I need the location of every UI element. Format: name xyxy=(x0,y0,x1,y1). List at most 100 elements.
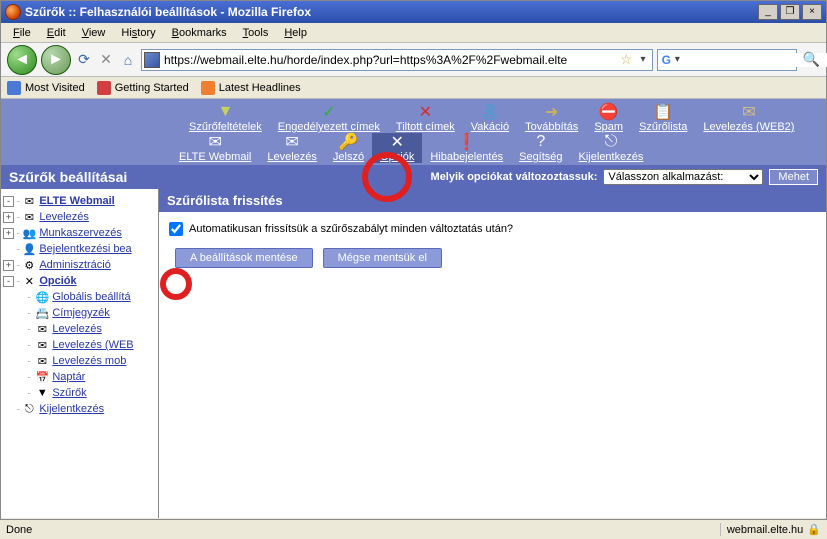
options-question: Melyik opciókat változoztassuk: xyxy=(431,171,598,183)
tree-expander[interactable]: + xyxy=(3,228,14,239)
menu-help[interactable]: Help xyxy=(276,25,315,41)
sidebar-item-levelez-s-mob[interactable]: ··✉Levelezés mob xyxy=(1,353,158,369)
sidebar-item-kijelentkez-s[interactable]: ··⎋Kijelentkezés xyxy=(1,401,158,417)
sidebar-item-adminisztr-ci-[interactable]: +··⚙Adminisztráció xyxy=(1,257,158,273)
filter-tab-sz-r-lista[interactable]: 📋Szűrőlista xyxy=(631,103,695,133)
toolbar-icon: ✉ xyxy=(282,133,302,151)
menu-file[interactable]: File xyxy=(5,25,39,41)
sidebar-item-c-mjegyz-k[interactable]: ··📇Címjegyzék xyxy=(1,305,158,321)
page-icon xyxy=(97,81,111,95)
sidebar-item-opci-k[interactable]: -··✕Opciók xyxy=(1,273,158,289)
tree-label: Naptár xyxy=(52,371,85,383)
menu-history[interactable]: History xyxy=(113,25,163,41)
nav-tab-jelsz-[interactable]: 🔑Jelszó xyxy=(325,133,372,163)
sidebar-item-glob-lis-be-ll-t-[interactable]: ··🌐Globális beállítá xyxy=(1,289,158,305)
url-dropdown-icon[interactable]: ▾ xyxy=(637,54,650,65)
status-domain: webmail.elte.hu xyxy=(727,524,803,536)
sidebar-tree: -··✉ELTE Webmail+··✉Levelezés+··👥Munkasz… xyxy=(1,189,159,518)
toolbar-label: Segítség xyxy=(519,151,562,163)
nav-tab-elte-webmail[interactable]: ✉ELTE Webmail xyxy=(171,133,259,163)
filter-tab-spam[interactable]: ⛔Spam xyxy=(586,103,631,133)
sidebar-item-levelez-s[interactable]: ··✉Levelezés xyxy=(1,321,158,337)
toolbar-icon: ✕ xyxy=(387,133,407,151)
browser-navbar: ◄ ► ⟳ ✕ ⌂ ☆ ▾ G ▾ 🔍 xyxy=(1,43,826,77)
app-select[interactable]: Válasszon alkalmazást: xyxy=(603,169,763,185)
filter-tab-tov-bb-t-s[interactable]: ➜Továbbítás xyxy=(517,103,586,133)
reload-button[interactable]: ⟳ xyxy=(75,51,93,69)
filter-tab-sz-r-felt-telek[interactable]: ▼Szűrőfeltételek xyxy=(181,103,270,133)
tree-icon: ✉ xyxy=(34,338,50,352)
tree-icon: ✕ xyxy=(21,274,37,288)
options-bar: Szűrők beállításai Melyik opciókat válto… xyxy=(1,165,826,189)
browser-menubar: File Edit View History Bookmarks Tools H… xyxy=(1,23,826,43)
tree-label: ELTE Webmail xyxy=(39,195,114,207)
menu-tools[interactable]: Tools xyxy=(235,25,277,41)
tree-expander[interactable]: + xyxy=(3,212,14,223)
tree-icon: 🌐 xyxy=(34,290,50,304)
sidebar-item-munkaszervez-s[interactable]: +··👥Munkaszervezés xyxy=(1,225,158,241)
filter-tab-vak-ci-[interactable]: 🏝Vakáció xyxy=(463,103,517,133)
url-bar[interactable]: ☆ ▾ xyxy=(141,49,653,71)
sidebar-item-levelez-s[interactable]: +··✉Levelezés xyxy=(1,209,158,225)
toolbar-icon: ➜ xyxy=(542,103,562,121)
nav-tab-opci-k[interactable]: ✕Opciók xyxy=(372,133,422,163)
menu-bookmarks[interactable]: Bookmarks xyxy=(164,25,235,41)
stop-button[interactable]: ✕ xyxy=(97,51,115,69)
tree-expander[interactable]: - xyxy=(3,276,14,287)
sidebar-item-bejelentkez-si-bea[interactable]: ··👤Bejelentkezési bea xyxy=(1,241,158,257)
toolbar-label: Levelezés (WEB2) xyxy=(703,121,794,133)
toolbar-icon: ? xyxy=(531,133,551,151)
bookmark-star-icon[interactable]: ☆ xyxy=(616,51,637,68)
toolbar-label: Tiltott címek xyxy=(396,121,455,133)
toolbar-label: Spam xyxy=(594,121,623,133)
toolbar-label: Továbbítás xyxy=(525,121,578,133)
tree-expander[interactable] xyxy=(3,244,14,255)
save-button[interactable]: A beállítások mentése xyxy=(175,248,313,268)
tree-icon: ⚙ xyxy=(21,258,37,272)
sidebar-item-sz-r-k[interactable]: ··▼Szűrők xyxy=(1,385,158,401)
tree-expander[interactable]: + xyxy=(3,260,14,271)
tree-expander[interactable] xyxy=(3,404,14,415)
filter-tab-tiltott-c-mek[interactable]: ✕Tiltott címek xyxy=(388,103,463,133)
toolbar-label: Hibabejelentés xyxy=(430,151,503,163)
sidebar-item-elte-webmail[interactable]: -··✉ELTE Webmail xyxy=(1,193,158,209)
minimize-button[interactable]: _ xyxy=(758,4,778,20)
auto-refresh-checkbox[interactable] xyxy=(169,222,183,236)
filter-tab-enged-lyezett-c-mek[interactable]: ✓Engedélyezett címek xyxy=(270,103,388,133)
bookmark-latest-headlines[interactable]: Latest Headlines xyxy=(201,81,301,95)
sidebar-item-levelez-s-web[interactable]: ··✉Levelezés (WEB xyxy=(1,337,158,353)
menu-edit[interactable]: Edit xyxy=(39,25,74,41)
go-button[interactable]: Mehet xyxy=(769,169,818,185)
toolbar-label: Szűrőlista xyxy=(639,121,687,133)
nav-tab-seg-ts-g[interactable]: ?Segítség xyxy=(511,133,570,163)
forward-button[interactable]: ► xyxy=(41,45,71,75)
sidebar-item-napt-r[interactable]: ··📅Naptár xyxy=(1,369,158,385)
horde-toolbar: ▼Szűrőfeltételek✓Engedélyezett címek✕Til… xyxy=(1,99,826,163)
window-titlebar: Szűrők :: Felhasználói beállítások - Moz… xyxy=(1,1,826,23)
cancel-button[interactable]: Mégse mentsük el xyxy=(323,248,442,268)
search-go-icon[interactable]: 🔍 xyxy=(803,51,820,68)
menu-view[interactable]: View xyxy=(74,25,114,41)
restore-button[interactable]: ❐ xyxy=(780,4,800,20)
nav-tab-hibabejelent-s[interactable]: ❗Hibabejelentés xyxy=(422,133,511,163)
bookmark-most-visited[interactable]: Most Visited xyxy=(7,81,85,95)
toolbar-icon: ✉ xyxy=(739,103,759,121)
tree-icon: ✉ xyxy=(34,322,50,336)
toolbar-icon: ✉ xyxy=(205,133,225,151)
rss-icon xyxy=(201,81,215,95)
bookmark-getting-started[interactable]: Getting Started xyxy=(97,81,189,95)
toolbar-icon: 🏝 xyxy=(480,103,500,121)
tree-icon: 📇 xyxy=(34,306,50,320)
close-button[interactable]: × xyxy=(802,4,822,20)
tree-icon: ✉ xyxy=(34,354,50,368)
tree-expander[interactable]: - xyxy=(3,196,14,207)
nav-tab-kijelentkez-s[interactable]: ⎋Kijelentkezés xyxy=(571,133,652,163)
search-box[interactable]: G ▾ xyxy=(657,49,797,71)
search-engine-dropdown[interactable]: ▾ xyxy=(671,54,684,65)
home-button[interactable]: ⌂ xyxy=(119,51,137,69)
back-button[interactable]: ◄ xyxy=(7,45,37,75)
tree-icon: ✉ xyxy=(21,194,37,208)
url-input[interactable] xyxy=(164,53,616,67)
filter-tab-levelez-s-web2-[interactable]: ✉Levelezés (WEB2) xyxy=(695,103,802,133)
nav-tab-levelez-s[interactable]: ✉Levelezés xyxy=(259,133,325,163)
